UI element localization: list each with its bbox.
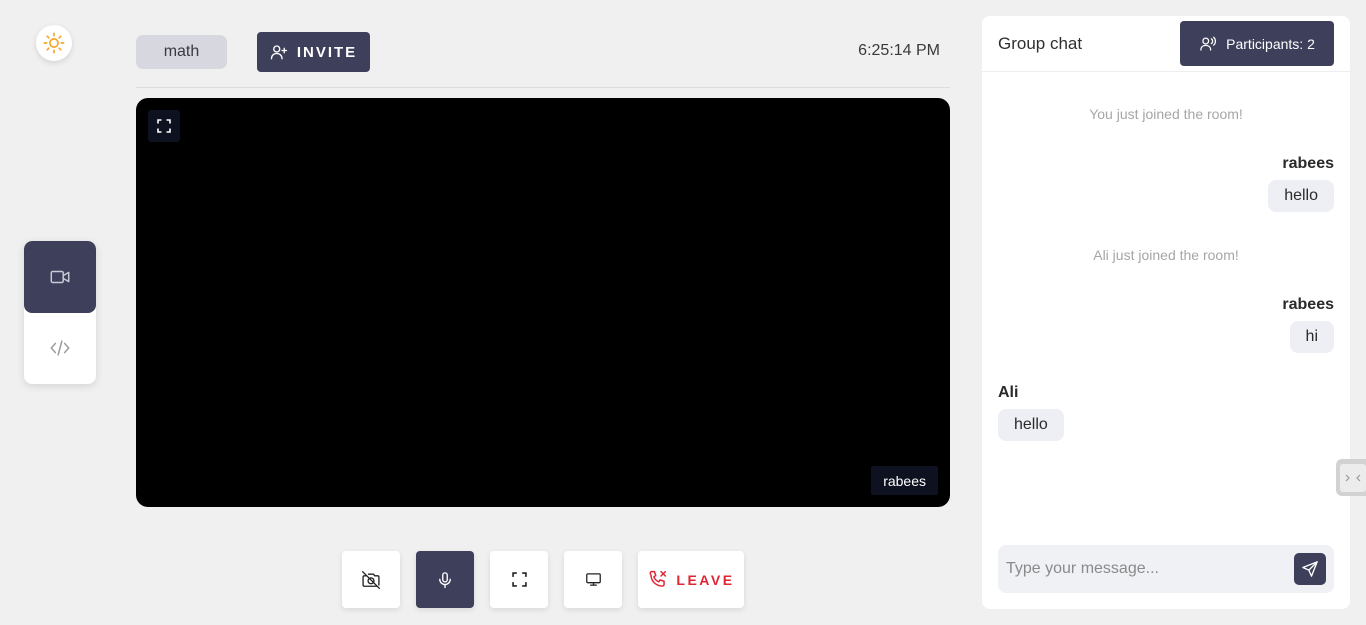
system-message: You just joined the room! (1089, 106, 1243, 122)
video-stage: rabees (136, 98, 950, 507)
room-name: math (163, 43, 200, 60)
send-icon (1302, 561, 1318, 577)
theme-toggle-button[interactable] (36, 25, 72, 61)
phone-x-icon (649, 570, 667, 587)
user-plus-icon (270, 45, 288, 60)
collapse-chat-handle (1340, 463, 1366, 492)
video-expand-button[interactable] (148, 110, 180, 142)
invite-label: INVITE (296, 43, 358, 61)
message-sender: rabees (1282, 155, 1334, 172)
message-bubble: hello (1268, 180, 1334, 212)
chat-title: Group chat (998, 34, 1083, 53)
leave-label: LEAVE (676, 571, 735, 588)
sun-icon (43, 32, 65, 54)
collapse-icon (1345, 474, 1361, 481)
message-bubble: hello (998, 409, 1064, 441)
camera-off-icon (362, 570, 380, 589)
message-sender: Ali (998, 384, 1019, 401)
microphone-toggle-button[interactable] (416, 551, 474, 608)
users-icon (1200, 36, 1217, 51)
collapse-chat-tab[interactable] (1336, 459, 1366, 496)
code-icon (50, 340, 70, 356)
clock: 6:25:14 PM (858, 42, 940, 59)
send-button[interactable] (1294, 553, 1326, 585)
video-mode-button[interactable] (24, 241, 96, 313)
fullscreen-icon (511, 572, 527, 587)
message-sender: rabees (1282, 296, 1334, 313)
participants-label: Participants: 2 (1226, 35, 1315, 52)
room-name-badge: math (136, 35, 227, 69)
header-divider (136, 87, 950, 88)
message-composer (998, 545, 1334, 593)
camera-toggle-button[interactable] (342, 551, 400, 608)
expand-icon (157, 119, 171, 133)
chat-header: Group chat Participants: 2 (982, 16, 1350, 72)
system-message: Ali just joined the room! (1093, 247, 1239, 263)
leave-button[interactable]: LEAVE (638, 551, 744, 608)
message-input[interactable] (998, 545, 1288, 593)
mode-switcher (24, 241, 96, 384)
invite-button[interactable]: INVITE (257, 32, 370, 72)
chat-panel: Group chat Participants: 2 You just join… (982, 16, 1350, 609)
code-mode-button[interactable] (24, 313, 96, 385)
fullscreen-button[interactable] (490, 551, 548, 608)
monitor-icon (585, 573, 601, 586)
microphone-icon (439, 571, 451, 588)
participants-button[interactable]: Participants: 2 (1180, 21, 1334, 66)
screen-share-button[interactable] (564, 551, 622, 608)
call-controls: LEAVE (342, 551, 744, 608)
video-camera-icon (50, 270, 70, 283)
participant-name-tag: rabees (871, 466, 938, 495)
message-bubble: hi (1289, 321, 1334, 353)
